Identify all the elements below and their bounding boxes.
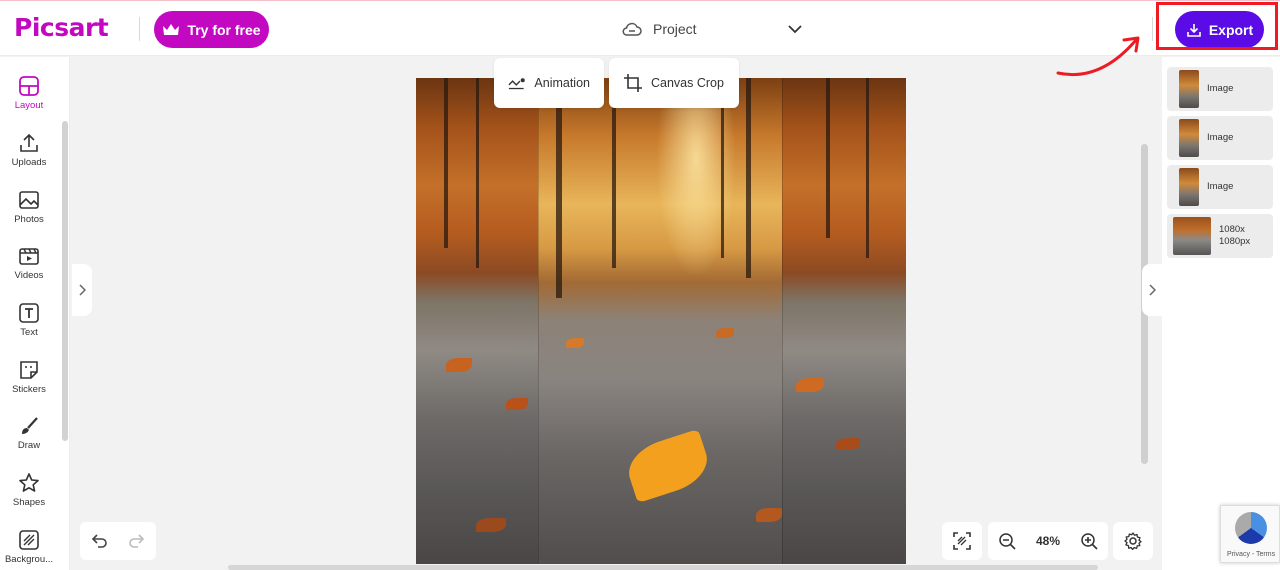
layer-thumbnail — [1179, 119, 1199, 157]
tree-trunk — [444, 78, 448, 248]
tree-trunk — [556, 78, 562, 298]
collapse-left-panel-button[interactable] — [72, 264, 92, 316]
layer-label: Image — [1207, 83, 1234, 94]
sidebar-item-text[interactable]: Text — [0, 302, 58, 352]
project-dropdown[interactable]: Project — [622, 16, 802, 42]
layer-label: 1080x 1080px — [1219, 224, 1251, 247]
tree-trunk — [476, 78, 479, 268]
layer-thumbnail — [1179, 70, 1199, 108]
undo-icon[interactable] — [90, 534, 108, 548]
sidebar-item-layout[interactable]: Layout — [0, 75, 58, 125]
recaptcha-badge[interactable]: Privacy - Terms — [1220, 505, 1280, 563]
text-icon — [19, 303, 39, 323]
animation-label: Animation — [534, 76, 590, 90]
redo-icon[interactable] — [128, 534, 146, 548]
sidebar-item-label: Text — [20, 327, 38, 338]
layout-icon — [19, 76, 39, 96]
leaf — [506, 398, 528, 410]
sidebar-item-background[interactable]: Backgrou... — [0, 529, 58, 570]
fit-canvas-button[interactable] — [942, 522, 982, 560]
settings-button[interactable] — [1113, 522, 1153, 560]
recaptcha-logo-icon — [1235, 512, 1267, 544]
sidebar-item-photos[interactable]: Photos — [0, 189, 58, 239]
canvas-artboard[interactable] — [416, 78, 906, 564]
recaptcha-links: Privacy - Terms — [1227, 551, 1276, 558]
layer-item[interactable]: Image — [1167, 116, 1273, 160]
canvas-crop-button[interactable]: Canvas Crop — [609, 58, 739, 108]
leaf — [756, 508, 782, 522]
layers-panel: Image Image Image 1080x 1080px — [1162, 57, 1280, 570]
zoom-out-icon[interactable] — [998, 532, 1016, 550]
sidebar-item-label: Uploads — [11, 157, 47, 168]
sidebar-item-uploads[interactable]: Uploads — [0, 132, 58, 182]
zoom-in-icon[interactable] — [1080, 532, 1098, 550]
gear-icon — [1124, 532, 1142, 550]
collapse-right-panel-button[interactable] — [1142, 264, 1162, 316]
chevron-down-icon — [787, 24, 802, 33]
divider — [139, 17, 140, 41]
animation-icon — [508, 78, 525, 90]
animation-button[interactable]: Animation — [494, 58, 604, 108]
sidebar-item-shapes[interactable]: Shapes — [0, 472, 58, 522]
leaf — [476, 518, 506, 532]
crop-icon — [624, 74, 642, 92]
sidebar-item-videos[interactable]: Videos — [0, 245, 58, 295]
leaf — [566, 338, 584, 348]
sticker-icon — [20, 361, 38, 379]
crown-icon — [163, 23, 180, 35]
chevron-right-icon — [1149, 284, 1156, 296]
left-sidebar: Layout Uploads Photos Videos Text Sticke… — [0, 57, 70, 570]
background-icon — [19, 530, 39, 550]
tree-trunk — [826, 78, 830, 238]
undo-redo-group — [80, 522, 156, 560]
cloud-icon — [622, 22, 642, 36]
layer-thumbnail — [1179, 168, 1199, 206]
sidebar-item-label: Shapes — [12, 497, 46, 508]
zoom-value[interactable]: 48% — [1036, 534, 1060, 548]
layer-item[interactable]: Image — [1167, 165, 1273, 209]
layer-seam — [782, 78, 783, 564]
divider — [1152, 17, 1153, 41]
sidebar-item-label: Photos — [14, 214, 44, 225]
canvas-horizontal-scrollbar[interactable] — [228, 565, 1098, 570]
leaf — [716, 328, 734, 338]
sidebar-item-label: Videos — [14, 270, 44, 281]
annotation-arrow-icon — [1056, 36, 1140, 77]
sidebar-item-label: Stickers — [12, 384, 46, 395]
sidebar-item-label: Layout — [14, 100, 44, 111]
brush-icon — [22, 417, 38, 434]
project-label: Project — [653, 21, 697, 37]
sidebar-item-stickers[interactable]: Stickers — [0, 359, 58, 409]
leaf — [796, 378, 824, 392]
export-highlight-box — [1156, 2, 1278, 50]
sidebar-item-draw[interactable]: Draw — [0, 415, 58, 465]
layer-label: Image — [1207, 132, 1234, 143]
video-icon — [19, 248, 39, 265]
star-icon — [19, 473, 39, 492]
leaf — [836, 438, 860, 450]
layer-label: Image — [1207, 181, 1234, 192]
canvas-crop-label: Canvas Crop — [651, 76, 724, 90]
sidebar-item-label: Backgrou... — [4, 554, 54, 565]
zoom-control: 48% — [988, 522, 1108, 560]
sidebar-item-label: Draw — [17, 440, 41, 451]
try-for-free-button[interactable]: Try for free — [154, 11, 269, 48]
leaf — [446, 358, 472, 372]
try-for-free-label: Try for free — [187, 21, 261, 38]
upload-icon — [20, 133, 38, 152]
picsart-logo[interactable]: Picsart — [14, 13, 109, 42]
photo-icon — [19, 191, 39, 209]
tree-trunk — [746, 78, 751, 278]
layer-seam — [538, 78, 539, 564]
fit-screen-icon — [953, 532, 971, 550]
layer-item[interactable]: Image — [1167, 67, 1273, 111]
chevron-right-icon — [79, 284, 86, 296]
sidebar-scrollbar[interactable] — [62, 121, 68, 441]
layer-thumbnail — [1173, 217, 1211, 255]
layer-item-background[interactable]: 1080x 1080px — [1167, 214, 1273, 258]
tree-trunk — [866, 78, 869, 258]
forest-light — [656, 78, 736, 278]
